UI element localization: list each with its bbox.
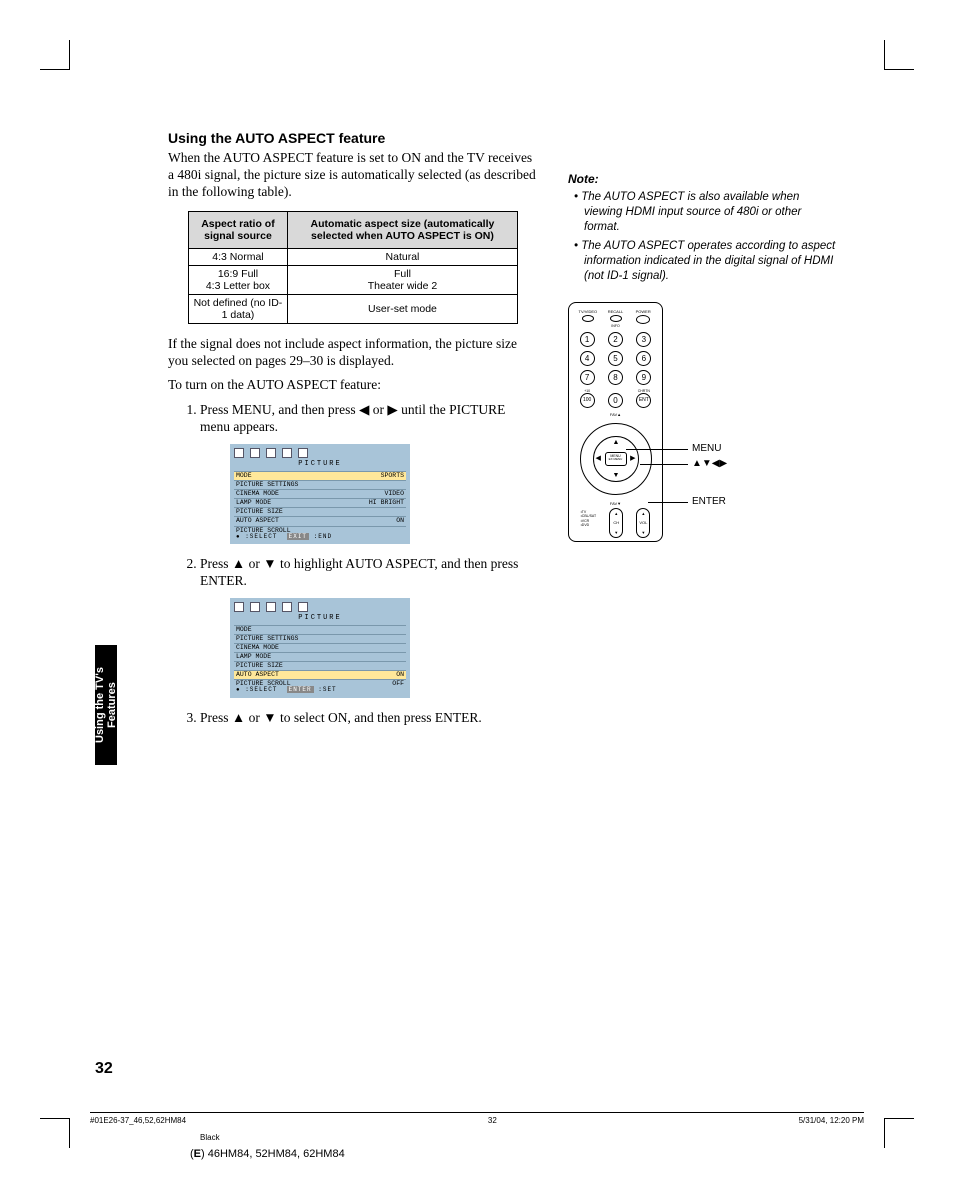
osd-screenshot: PICTURE MODESPORTS PICTURE SETTINGS CINE… xyxy=(230,444,410,544)
dpad-down-icon: ▼ xyxy=(613,472,620,479)
down-arrow-icon: ▼ xyxy=(263,710,276,725)
callout-menu: MENU xyxy=(692,443,721,454)
callout-arrows: ▲▼◀▶ xyxy=(692,458,727,469)
aspect-table: Aspect ratio of signal source Automatic … xyxy=(188,211,518,324)
remote-number-grid: 1 2 3 4 5 6 7 8 9 +10100 0 CHRTNENT xyxy=(576,332,655,408)
footer-meta: #01E26-37_46,52,62HM84 32 5/31/04, 12:20… xyxy=(90,1112,864,1125)
osd-title: PICTURE xyxy=(234,460,406,469)
osd-screenshot: PICTURE MODE PICTURE SETTINGS CINEMA MOD… xyxy=(230,598,410,698)
table-header: Aspect ratio of signal source xyxy=(189,211,288,248)
remote-num-button: 9 xyxy=(636,370,651,385)
osd-row: PICTURE SETTINGS xyxy=(234,634,406,643)
osd-row: LAMP MODEHI BRIGHT xyxy=(234,498,406,507)
page-number: 32 xyxy=(95,1060,113,1078)
osd-row: CINEMA MODEVIDEO xyxy=(234,489,406,498)
dpad-right-icon: ▶ xyxy=(630,454,635,462)
remote-num-button: 4 xyxy=(580,351,595,366)
osd-footer: ● :SELECT EXIT :END xyxy=(236,533,332,541)
footer-color: Black xyxy=(200,1133,220,1142)
footer-datetime: 5/31/04, 12:20 PM xyxy=(799,1116,864,1125)
fav-down-label: FAV▼ xyxy=(574,501,657,506)
remote-num-button: 6 xyxy=(636,351,651,366)
footer-filename: #01E26-37_46,52,62HM84 xyxy=(90,1116,186,1125)
callout-line xyxy=(648,502,688,503)
osd-title: PICTURE xyxy=(234,614,406,623)
step-text: to select ON, and then press ENTER. xyxy=(277,710,482,725)
osd-row: AUTO ASPECTON xyxy=(234,516,406,525)
body-paragraph: To turn on the AUTO ASPECT feature: xyxy=(168,377,538,394)
crop-mark xyxy=(40,40,70,70)
osd-row: LAMP MODE xyxy=(234,652,406,661)
dpad-up-icon: ▲ xyxy=(613,439,620,446)
remote-num-button: 2 xyxy=(608,332,623,347)
table-cell: Not defined (no ID-1 data) xyxy=(189,294,288,323)
table-cell: Natural xyxy=(287,248,517,265)
up-arrow-icon: ▲ xyxy=(232,710,245,725)
step-text: Press xyxy=(200,556,232,571)
left-arrow-icon: ◀ xyxy=(359,402,369,417)
osd-row: MODESPORTS xyxy=(234,471,406,480)
remote-dpad: MENUEX MENU ▲ ▼ ◀ ▶ xyxy=(580,423,652,495)
remote-illustration: TV/VIDEO RECALLINFO POWER 1 2 3 4 5 6 7 … xyxy=(568,302,693,542)
callout-line xyxy=(640,464,688,465)
right-arrow-icon: ▶ xyxy=(387,402,397,417)
table-header: Automatic aspect size (automatically sel… xyxy=(287,211,517,248)
steps-list: Press MENU, and then press ◀ or ▶ until … xyxy=(168,402,538,726)
crop-mark xyxy=(884,40,914,70)
intro-paragraph: When the AUTO ASPECT feature is set to O… xyxy=(168,150,538,201)
osd-row: PICTURE SETTINGS xyxy=(234,480,406,489)
remote-mode-labels: •TV •CBL/SAT •VCR •DVD xyxy=(581,510,597,538)
remote-num-button: 3 xyxy=(636,332,651,347)
note-item: • The AUTO ASPECT operates according to … xyxy=(568,239,838,284)
osd-footer: ● :SELECT ENTER :SET xyxy=(236,686,337,694)
remote-num-button: 1 xyxy=(580,332,595,347)
table-cell: Full Theater wide 2 xyxy=(287,265,517,294)
remote-ch-rocker: ▲CH▼ xyxy=(609,508,623,538)
section-heading: Using the AUTO ASPECT feature xyxy=(168,130,838,146)
crop-mark xyxy=(884,1118,914,1148)
footer-page: 32 xyxy=(488,1116,497,1125)
table-cell: 16:9 Full 4:3 Letter box xyxy=(189,265,288,294)
osd-tab-icons xyxy=(234,448,406,458)
callout-enter: ENTER xyxy=(692,496,726,507)
osd-row: CINEMA MODE xyxy=(234,643,406,652)
osd-row: PICTURE SIZE xyxy=(234,507,406,516)
fav-up-label: FAV▲ xyxy=(574,412,657,417)
remote-num-button: 7 xyxy=(580,370,595,385)
note-item: • The AUTO ASPECT is also available when… xyxy=(568,190,838,235)
body-paragraph: If the signal does not include aspect in… xyxy=(168,336,538,370)
remote-num-button: 5 xyxy=(608,351,623,366)
step-text: Press xyxy=(200,710,232,725)
step-text: or xyxy=(369,402,387,417)
step-text: or xyxy=(245,556,263,571)
up-arrow-icon: ▲ xyxy=(232,556,245,571)
step-item: Press ▲ or ▼ to select ON, and then pres… xyxy=(200,710,538,727)
chapter-tab: Using the TV's Features xyxy=(95,645,117,765)
down-arrow-icon: ▼ xyxy=(263,556,276,571)
crop-mark xyxy=(40,1118,70,1148)
osd-row: PICTURE SIZE xyxy=(234,661,406,670)
remote-rocker-row: •TV •CBL/SAT •VCR •DVD ▲CH▼ ▲VOL▼ xyxy=(574,508,657,538)
step-item: Press MENU, and then press ◀ or ▶ until … xyxy=(200,402,538,544)
table-cell: 4:3 Normal xyxy=(189,248,288,265)
osd-row: MODE xyxy=(234,625,406,634)
remote-vol-rocker: ▲VOL▼ xyxy=(636,508,650,538)
remote-menu-button: MENUEX MENU xyxy=(605,452,627,466)
note-label: Note: xyxy=(568,172,838,186)
remote-num-button: 8 xyxy=(608,370,623,385)
model-text: 46HM84, 52HM84, 62HM84 xyxy=(208,1148,345,1160)
dpad-left-icon: ◀ xyxy=(596,454,601,462)
remote-top-labels: TV/VIDEO RECALLINFO POWER xyxy=(574,309,657,328)
footer-model: (E) 46HM84, 52HM84, 62HM84 xyxy=(190,1148,345,1160)
step-text: Press MENU, and then press xyxy=(200,402,359,417)
callout-line xyxy=(626,449,688,450)
step-text: or xyxy=(245,710,263,725)
step-item: Press ▲ or ▼ to highlight AUTO ASPECT, a… xyxy=(200,556,538,698)
osd-tab-icons xyxy=(234,602,406,612)
table-cell: User-set mode xyxy=(287,294,517,323)
osd-row: AUTO ASPECTON xyxy=(234,670,406,679)
